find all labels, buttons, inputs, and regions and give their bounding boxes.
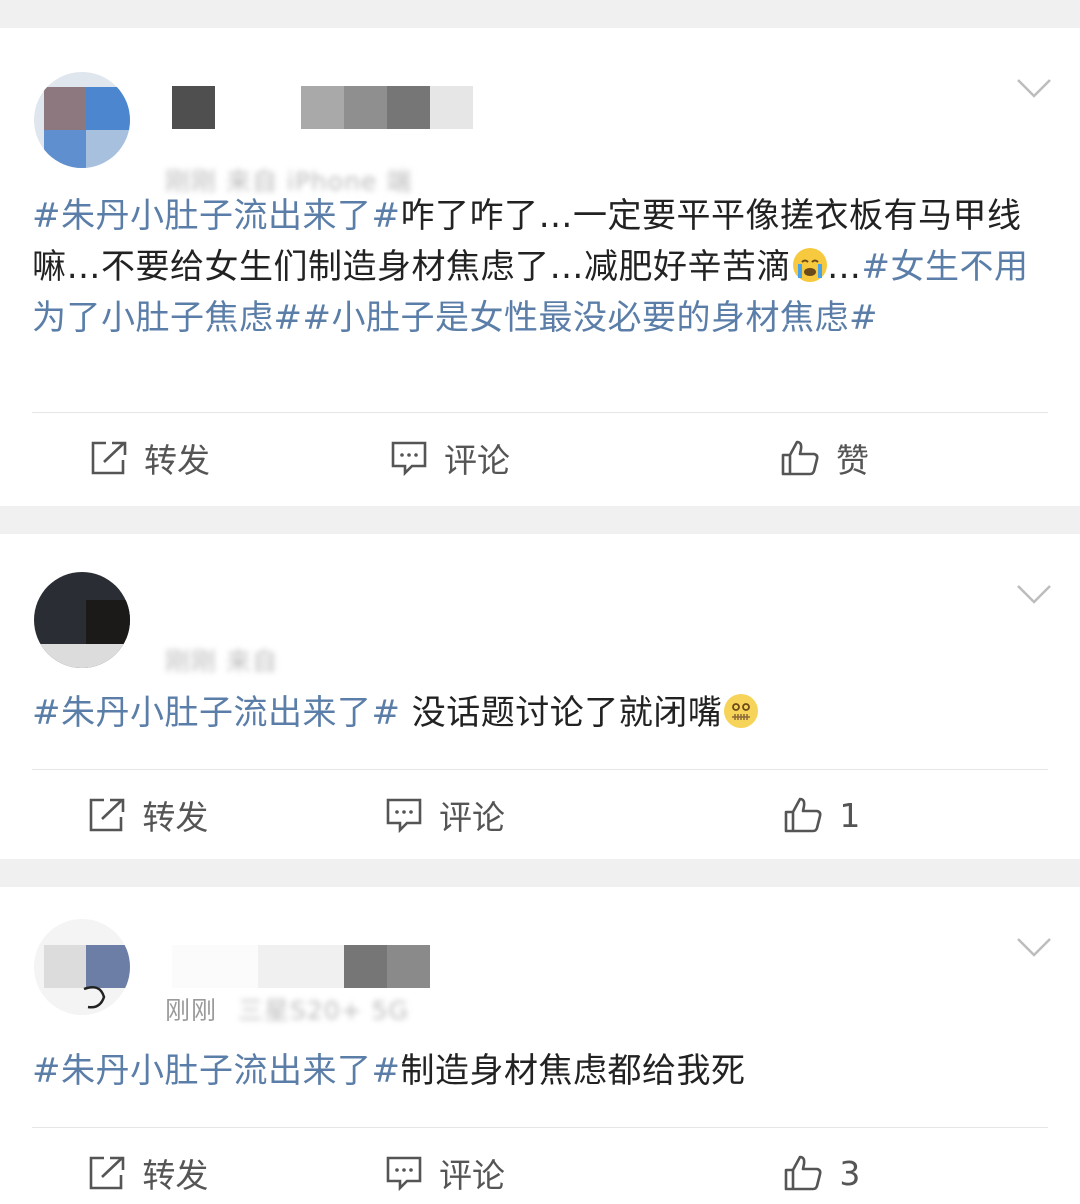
feed-top-gap — [0, 0, 1080, 28]
avatar[interactable] — [34, 919, 130, 1015]
like-button[interactable]: 3 — [593, 1154, 1080, 1193]
feed-gap — [0, 506, 1080, 534]
like-count: 3 — [839, 1153, 861, 1193]
post-meta: 刚刚 三星S20+ 5G — [165, 991, 409, 1027]
post-time: 刚刚 — [165, 167, 218, 196]
chevron-down-icon[interactable] — [1016, 935, 1052, 959]
post-time: 刚刚 — [165, 996, 218, 1025]
post-card[interactable]: 刚刚 来自 iPhone 端 #朱丹小肚子流出来了#咋了咋了…一定要平平像搓衣板… — [0, 28, 1080, 506]
comment-label: 评论 — [439, 1156, 505, 1195]
hashtag-link[interactable]: #朱丹小肚子流出来了# — [32, 1051, 400, 1091]
chevron-down-icon[interactable] — [1016, 582, 1052, 606]
thumbs-up-icon — [780, 439, 836, 477]
comment-icon — [385, 797, 439, 833]
feed: 刚刚 来自 iPhone 端 #朱丹小肚子流出来了#咋了咋了…一定要平平像搓衣板… — [0, 0, 1080, 1204]
comment-button[interactable]: 评论 — [297, 791, 594, 839]
post-text: #朱丹小肚子流出来了# 没话题讨论了就闭嘴 — [0, 688, 1080, 739]
hashtag-link[interactable]: #朱丹小肚子流出来了# — [32, 196, 400, 236]
comment-button[interactable]: 评论 — [297, 1149, 594, 1197]
avatar[interactable] — [34, 572, 130, 668]
comment-button[interactable]: 评论 — [300, 434, 600, 482]
username-redacted[interactable] — [172, 945, 430, 988]
post-card[interactable]: 刚刚 三星S20+ 5G #朱丹小肚子流出来了#制造身材焦虑都给我死 转发 评论… — [0, 887, 1080, 1204]
post-actions: 转发 评论 1 — [0, 770, 1080, 860]
username-redacted[interactable] — [172, 86, 473, 129]
repost-icon — [88, 797, 142, 833]
like-count: 赞 — [836, 441, 869, 480]
crying-face-icon — [793, 248, 827, 282]
post-source-blurred: 来自 — [225, 647, 278, 676]
post-header: 刚刚 来自 — [0, 534, 1080, 676]
hashtag-link[interactable]: #小肚子是女性最没必要的身材焦虑# — [303, 298, 878, 338]
repost-label: 转发 — [142, 1156, 209, 1195]
post-body-tail: … — [827, 247, 862, 287]
repost-button[interactable]: 转发 — [0, 1149, 297, 1197]
chevron-down-icon[interactable] — [1016, 76, 1052, 100]
post-header: 刚刚 来自 iPhone 端 — [0, 28, 1080, 196]
repost-label: 转发 — [144, 441, 210, 480]
post-actions: 转发 评论 赞 — [0, 413, 1080, 503]
post-text: #朱丹小肚子流出来了#制造身材焦虑都给我死 — [0, 1046, 1080, 1097]
repost-icon — [90, 440, 144, 476]
like-button[interactable]: 赞 — [600, 434, 1080, 482]
repost-button[interactable]: 转发 — [0, 434, 300, 482]
post-text: #朱丹小肚子流出来了#咋了咋了…一定要平平像搓衣板有马甲线嘛…不要给女生们制造身… — [0, 191, 1080, 398]
comment-label: 评论 — [439, 798, 505, 837]
comment-icon — [390, 440, 444, 476]
post-meta: 刚刚 来自 iPhone 端 — [165, 162, 412, 198]
post-card[interactable]: 刚刚 来自 #朱丹小肚子流出来了# 没话题讨论了就闭嘴 转发 评论 1 — [0, 534, 1080, 859]
like-button[interactable]: 1 — [593, 796, 1080, 835]
post-source-blurred: 三星S20+ 5G — [237, 996, 409, 1025]
comment-label: 评论 — [444, 441, 510, 480]
repost-icon — [88, 1155, 142, 1191]
hashtag-link[interactable]: #朱丹小肚子流出来了# — [32, 693, 400, 733]
post-header: 刚刚 三星S20+ 5G — [0, 887, 1080, 1025]
post-time: 刚刚 — [165, 647, 218, 676]
comment-icon — [385, 1155, 439, 1191]
like-count: 1 — [839, 795, 861, 835]
post-body: 制造身材焦虑都给我死 — [400, 1051, 746, 1091]
feed-gap — [0, 859, 1080, 887]
post-actions: 转发 评论 3 — [0, 1128, 1080, 1204]
thumbs-up-icon — [783, 1154, 839, 1192]
avatar[interactable] — [34, 72, 130, 168]
thumbs-up-icon — [783, 796, 839, 834]
zipper-mouth-face-icon — [724, 694, 759, 728]
repost-label: 转发 — [142, 798, 209, 837]
repost-button[interactable]: 转发 — [0, 791, 297, 839]
post-meta: 刚刚 来自 — [165, 642, 278, 678]
post-source-blurred: 来自 iPhone 端 — [225, 167, 413, 196]
post-body: 没话题讨论了就闭嘴 — [400, 693, 723, 733]
